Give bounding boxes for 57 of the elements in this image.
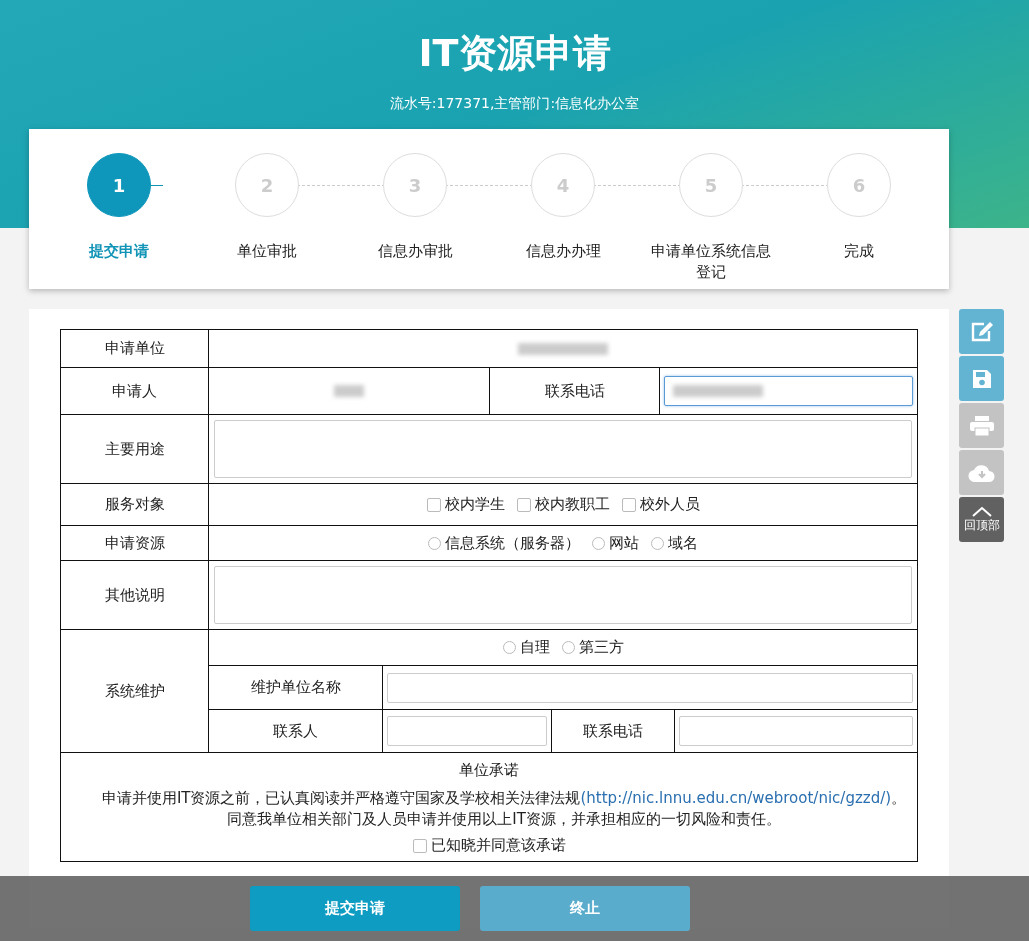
option-label: 校内教职工 bbox=[534, 495, 610, 514]
save-button[interactable] bbox=[959, 356, 1004, 401]
caret-up-icon bbox=[971, 505, 992, 517]
page-title: IT资源申请 bbox=[418, 30, 611, 77]
field-label: 主要用途 bbox=[60, 414, 209, 484]
field-label: 联系电话 bbox=[489, 368, 659, 414]
field-label: 服务对象 bbox=[60, 483, 209, 526]
edit-icon bbox=[969, 320, 994, 343]
radio-button[interactable] bbox=[502, 641, 516, 654]
option-label: 网站 bbox=[609, 533, 639, 553]
field-label: 申请人 bbox=[60, 367, 209, 415]
step-label: 完成 bbox=[843, 241, 875, 262]
field-label: 联系电话 bbox=[551, 709, 674, 752]
text-area[interactable] bbox=[214, 420, 912, 478]
checkbox[interactable] bbox=[516, 497, 531, 512]
step-label: 信息办审批 bbox=[376, 241, 454, 262]
step-label: 提交申请 bbox=[88, 241, 150, 262]
option-label: 自理 bbox=[519, 638, 550, 657]
field-label: 系统维护 bbox=[60, 629, 209, 753]
input-field[interactable] bbox=[387, 716, 547, 746]
checkbox[interactable] bbox=[621, 497, 636, 512]
save-icon bbox=[971, 368, 992, 389]
submit-button[interactable]: 提交申请 bbox=[249, 886, 460, 931]
pledge-text: 同意我单位相关部门及人员申请并使用以上IT资源，并承担相应的一切风险和责任。 bbox=[226, 809, 782, 830]
section-title: 单位承诺 bbox=[458, 761, 520, 780]
field-label: 申请资源 bbox=[60, 525, 209, 561]
radio-button[interactable] bbox=[561, 641, 575, 654]
step-label: 单位审批 bbox=[236, 241, 298, 262]
field-label: 维护单位名称 bbox=[209, 665, 382, 709]
option-label: 校外人员 bbox=[639, 495, 700, 514]
pledge-text: 申请并使用IT资源之前，已认真阅读并严格遵守国家及学校相关法律法规(http://nic.lnnu.edu.cn/webroot/nic/gzzd/)。 bbox=[100, 788, 908, 809]
back-to-top-button[interactable]: 回顶部 bbox=[959, 497, 1004, 542]
radio-button[interactable] bbox=[428, 536, 441, 550]
printer-icon bbox=[969, 415, 994, 436]
step-number: 1 bbox=[87, 153, 151, 217]
input-field[interactable] bbox=[679, 716, 913, 746]
option-label: 校内学生 bbox=[444, 495, 505, 514]
step-label: 申请单位系统信息登记 bbox=[650, 241, 772, 283]
edit-button[interactable] bbox=[959, 309, 1004, 354]
field-label: 联系人 bbox=[209, 709, 382, 752]
checkbox[interactable] bbox=[426, 497, 441, 512]
step-label: 信息办办理 bbox=[524, 241, 602, 262]
field-label: 其他说明 bbox=[60, 560, 209, 630]
option-label: 信息系统（服务器） bbox=[445, 533, 580, 553]
page-subtitle: 流水号:177371,主管部门:信息化办公室 bbox=[389, 95, 640, 113]
rules-link[interactable]: (http://nic.lnnu.edu.cn/webroot/nic/gzzd/) bbox=[580, 789, 892, 807]
checkbox[interactable] bbox=[412, 838, 427, 853]
text-area[interactable] bbox=[214, 566, 912, 624]
option-label: 第三方 bbox=[578, 638, 624, 657]
input-field[interactable] bbox=[387, 672, 913, 703]
radio-button[interactable] bbox=[651, 536, 664, 550]
agree-label: 已知晓并同意该承诺 bbox=[430, 836, 566, 855]
cloud-download-icon bbox=[967, 463, 996, 482]
option-label: 域名 bbox=[668, 533, 698, 553]
field-label: 申请单位 bbox=[60, 329, 209, 368]
phone-field[interactable] bbox=[664, 376, 913, 406]
radio-button[interactable] bbox=[592, 536, 605, 550]
